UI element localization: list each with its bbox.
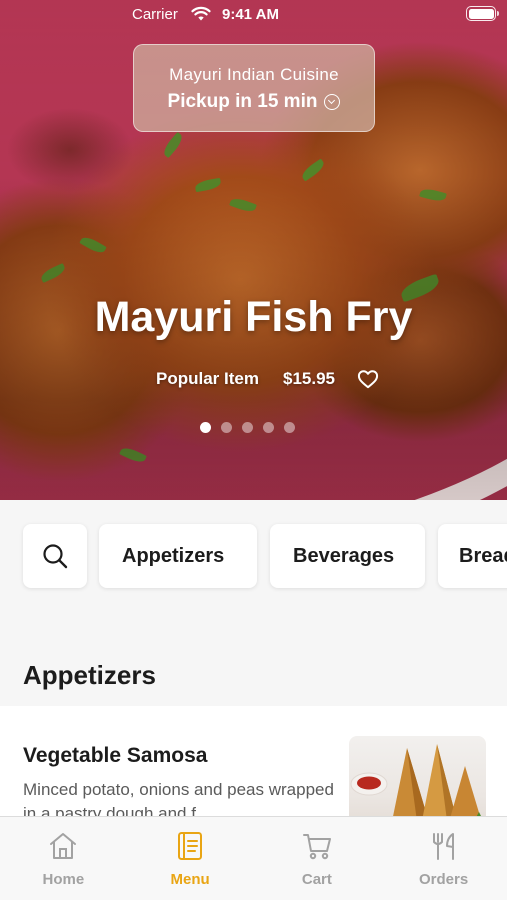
pickup-selector[interactable]: Mayuri Indian Cuisine Pickup in 15 min	[133, 44, 375, 132]
category-strip[interactable]: Appetizers Beverages Breads	[0, 500, 507, 610]
search-button[interactable]	[23, 524, 87, 588]
tab-bar: Home Menu Cart Orders	[0, 816, 507, 900]
tab-label: Menu	[170, 871, 210, 888]
tab-menu[interactable]: Menu	[127, 817, 254, 900]
wifi-icon	[191, 6, 211, 21]
featured-dish-title: Mayuri Fish Fry	[94, 293, 413, 341]
carousel-pagination[interactable]	[0, 422, 501, 433]
clock: 9:41 AM	[222, 6, 279, 23]
search-icon	[43, 544, 68, 569]
heart-icon[interactable]	[357, 369, 379, 389]
featured-tag: Popular Item	[156, 369, 259, 388]
restaurant-name: Mayuri Indian Cuisine	[169, 65, 339, 84]
tab-label: Orders	[419, 871, 469, 888]
carousel-dot[interactable]	[242, 422, 253, 433]
carousel-dot[interactable]	[284, 422, 295, 433]
carrier-label: Carrier	[132, 6, 178, 23]
battery-icon	[466, 6, 499, 21]
status-bar: Carrier 9:41 AM	[0, 0, 507, 30]
menu-item-name: Vegetable Samosa	[23, 744, 208, 767]
carousel-dot[interactable]	[221, 422, 232, 433]
category-chip-breads[interactable]: Breads	[438, 524, 507, 588]
chevron-down-circle-icon	[324, 94, 341, 110]
fork-knife-icon	[432, 833, 454, 860]
featured-price: $15.95	[282, 369, 335, 388]
category-chip-beverages[interactable]: Beverages	[270, 524, 425, 588]
tab-home[interactable]: Home	[0, 817, 127, 900]
carousel-dot[interactable]	[200, 422, 211, 433]
tab-label: Home	[42, 871, 85, 888]
menu-book-icon	[178, 832, 203, 860]
carousel-dot[interactable]	[263, 422, 274, 433]
tab-orders[interactable]: Orders	[380, 817, 507, 900]
tab-label: Cart	[301, 871, 332, 888]
featured-hero[interactable]: Carrier 9:41 AM Mayuri Indian Cuisine Pi…	[0, 0, 507, 500]
category-chip-appetizers[interactable]: Appetizers	[99, 524, 257, 588]
pickup-eta: Pickup in 15 min	[167, 91, 318, 112]
section-title: Appetizers	[23, 660, 156, 690]
home-icon	[50, 833, 77, 859]
cart-icon	[302, 834, 331, 860]
tab-cart[interactable]: Cart	[254, 817, 381, 900]
